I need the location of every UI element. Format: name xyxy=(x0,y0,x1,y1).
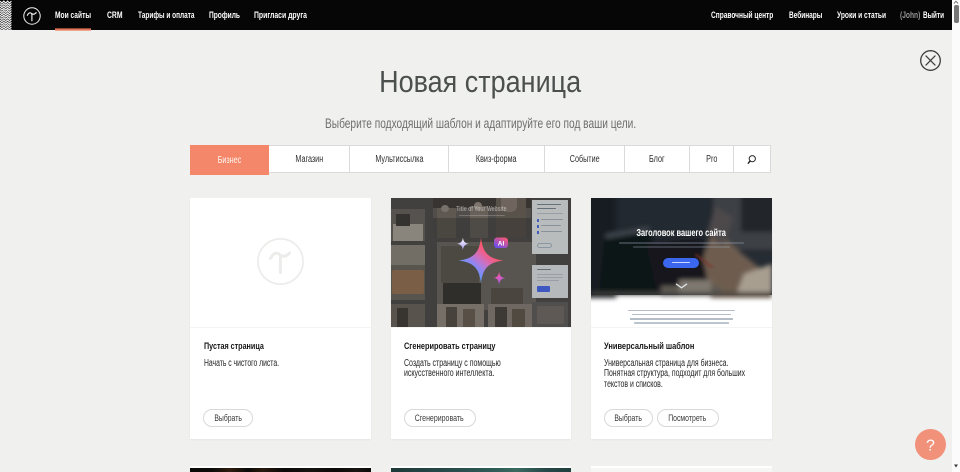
svg-text:AI: AI xyxy=(497,240,504,247)
svg-text:?: ? xyxy=(926,438,935,455)
